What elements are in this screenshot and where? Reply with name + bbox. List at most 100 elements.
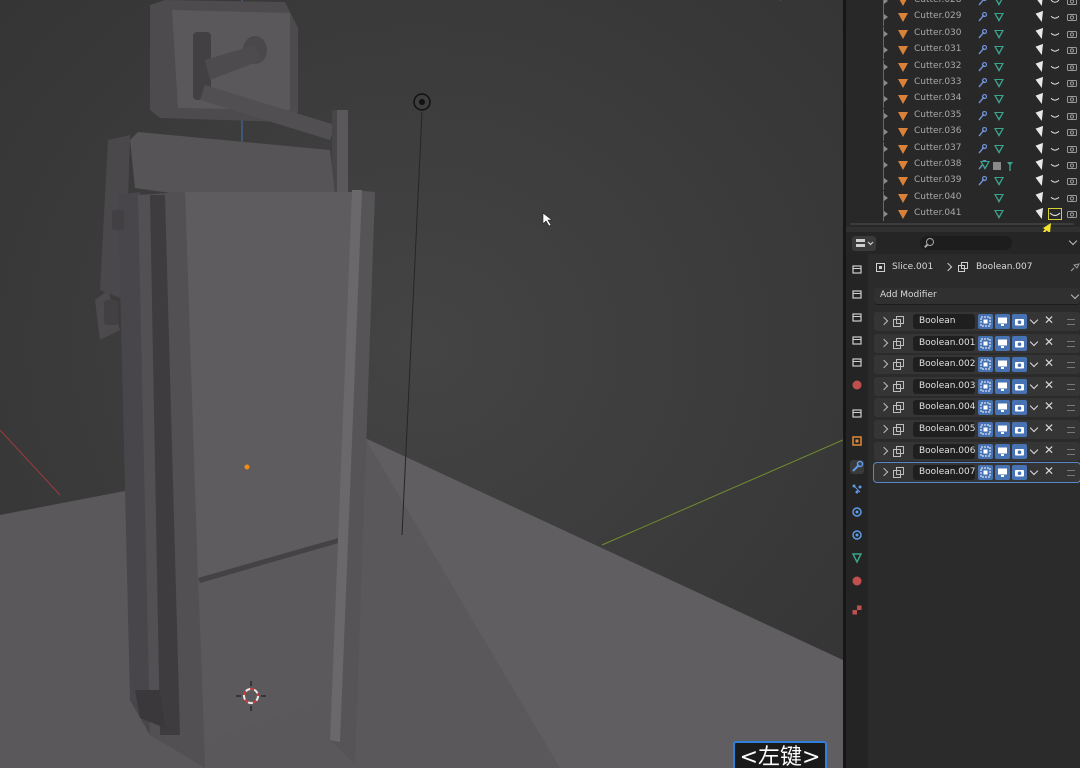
select-pointer-icon[interactable]	[1035, 126, 1047, 139]
render-toggle[interactable]	[1012, 443, 1027, 459]
camera-icon[interactable]	[1067, 112, 1077, 120]
viewport-toggle[interactable]	[995, 357, 1010, 373]
eye-icon[interactable]	[1050, 112, 1060, 120]
scene-icon[interactable]	[850, 355, 864, 369]
constraints-icon[interactable]	[850, 528, 864, 542]
texture-icon[interactable]	[850, 603, 864, 617]
outliner-panel[interactable]: Cutter.028 Cutter.029 Cutter.030 Cutter.031…	[846, 0, 1080, 227]
modifier-name-field[interactable]: Boolean	[913, 314, 975, 329]
edit-mode-toggle[interactable]	[978, 357, 993, 373]
eye-icon[interactable]	[1050, 0, 1060, 5]
outliner-row[interactable]: Cutter.032	[846, 59, 1080, 76]
select-pointer-icon[interactable]	[1035, 93, 1047, 106]
camera-icon[interactable]	[1067, 177, 1077, 186]
modifier-panel[interactable]: Boolean.001 ✕	[874, 333, 1080, 353]
modifier-panel[interactable]: Boolean.003 ✕	[874, 376, 1080, 396]
expand-arrow-icon[interactable]	[884, 0, 888, 4]
expand-chevron-icon[interactable]	[879, 338, 889, 347]
select-pointer-icon[interactable]	[1035, 109, 1047, 122]
select-pointer-icon[interactable]	[1035, 158, 1047, 172]
select-pointer-icon[interactable]	[1035, 142, 1047, 155]
select-pointer-icon[interactable]	[1035, 27, 1047, 40]
eye-icon[interactable]	[1050, 194, 1060, 202]
outliner-row[interactable]: Cutter.033	[846, 76, 1080, 92]
edit-mode-toggle[interactable]	[978, 465, 993, 481]
eye-icon[interactable]	[1050, 177, 1060, 185]
edit-mode-toggle[interactable]	[978, 400, 993, 416]
modifier-name-field[interactable]: Boolean.005	[913, 422, 975, 437]
material-icon[interactable]	[850, 574, 864, 588]
camera-icon[interactable]	[1067, 30, 1077, 38]
eye-icon[interactable]	[1050, 13, 1060, 21]
eye-icon[interactable]	[1050, 145, 1060, 153]
select-pointer-icon[interactable]	[1035, 60, 1047, 73]
drag-handle-icon[interactable]	[1067, 383, 1075, 390]
outliner-row[interactable]: Cutter.031	[846, 43, 1080, 60]
viewport-toggle[interactable]	[995, 465, 1010, 481]
expand-chevron-icon[interactable]	[879, 403, 889, 412]
close-icon[interactable]: ✕	[1044, 313, 1054, 327]
edit-mode-toggle[interactable]	[978, 443, 993, 459]
expand-arrow-icon[interactable]	[884, 96, 888, 103]
select-pointer-icon[interactable]	[1035, 175, 1047, 188]
viewport-toggle[interactable]	[995, 314, 1010, 329]
outliner-row[interactable]: Cutter.035	[846, 108, 1080, 125]
camera-icon[interactable]	[1067, 95, 1077, 104]
expand-arrow-icon[interactable]	[884, 162, 888, 168]
eye-icon[interactable]	[1050, 128, 1060, 136]
render-toggle[interactable]	[1012, 465, 1027, 481]
expand-arrow-icon[interactable]	[884, 211, 888, 218]
close-icon[interactable]: ✕	[1044, 378, 1054, 392]
camera-icon[interactable]	[1067, 79, 1077, 87]
outliner-row[interactable]: Cutter.037	[846, 141, 1080, 158]
eye-icon[interactable]	[1050, 46, 1060, 54]
wrench-icon[interactable]	[977, 61, 987, 73]
chevron-down-icon[interactable]	[1029, 466, 1039, 476]
world-icon[interactable]	[850, 378, 864, 392]
expand-arrow-icon[interactable]	[884, 14, 888, 21]
wrench-icon[interactable]	[977, 176, 987, 187]
close-icon[interactable]: ✕	[1044, 356, 1054, 370]
camera-icon[interactable]	[1067, 0, 1077, 5]
wrench-icon[interactable]	[977, 127, 987, 138]
wrench-icon[interactable]	[977, 12, 987, 23]
pin-icon[interactable]	[1070, 262, 1080, 272]
camera-icon[interactable]	[1067, 128, 1077, 137]
data-icon[interactable]	[850, 551, 864, 565]
eye-icon[interactable]	[1050, 63, 1060, 71]
camera-icon[interactable]	[1067, 13, 1077, 22]
camera-icon[interactable]	[1067, 161, 1077, 169]
close-icon[interactable]: ✕	[1044, 443, 1054, 457]
render-toggle[interactable]	[1012, 314, 1027, 329]
tool-icon[interactable]	[850, 262, 864, 276]
modifier-name-field[interactable]: Boolean.002	[913, 357, 975, 373]
eye-icon[interactable]	[1050, 79, 1060, 87]
close-icon[interactable]: ✕	[1044, 464, 1054, 478]
close-icon[interactable]: ✕	[1044, 399, 1054, 413]
edit-mode-toggle[interactable]	[978, 378, 993, 394]
eye-icon[interactable]	[1050, 161, 1060, 169]
outliner-row[interactable]: Cutter.040	[846, 190, 1080, 207]
camera-icon[interactable]	[1067, 145, 1077, 153]
expand-chevron-icon[interactable]	[879, 424, 889, 434]
camera-icon[interactable]	[1067, 63, 1077, 71]
wrench-icon[interactable]	[977, 0, 987, 7]
properties-editor[interactable]: Slice.001 Boolean.007 Add Modifier Boole…	[846, 232, 1080, 768]
modifier-name-field[interactable]: Boolean.001	[913, 335, 975, 351]
wrench-icon[interactable]	[977, 110, 987, 122]
properties-search-input[interactable]	[920, 236, 1012, 250]
render-toggle[interactable]	[1012, 357, 1027, 373]
chevron-down-icon[interactable]	[1029, 380, 1039, 390]
outliner-row[interactable]: Cutter.036	[846, 125, 1080, 142]
editor-type-button[interactable]	[852, 236, 876, 251]
view-layer-icon[interactable]	[850, 333, 864, 347]
eye-icon[interactable]	[1050, 30, 1060, 38]
viewport-toggle[interactable]	[995, 335, 1010, 351]
render-toggle[interactable]	[1012, 422, 1027, 437]
collection-icon[interactable]	[850, 406, 864, 420]
drag-handle-icon[interactable]	[1067, 448, 1075, 455]
physics-icon[interactable]	[850, 505, 864, 519]
select-pointer-icon[interactable]	[1035, 191, 1047, 204]
expand-arrow-icon[interactable]	[884, 178, 888, 185]
select-pointer-icon[interactable]	[1035, 0, 1047, 8]
